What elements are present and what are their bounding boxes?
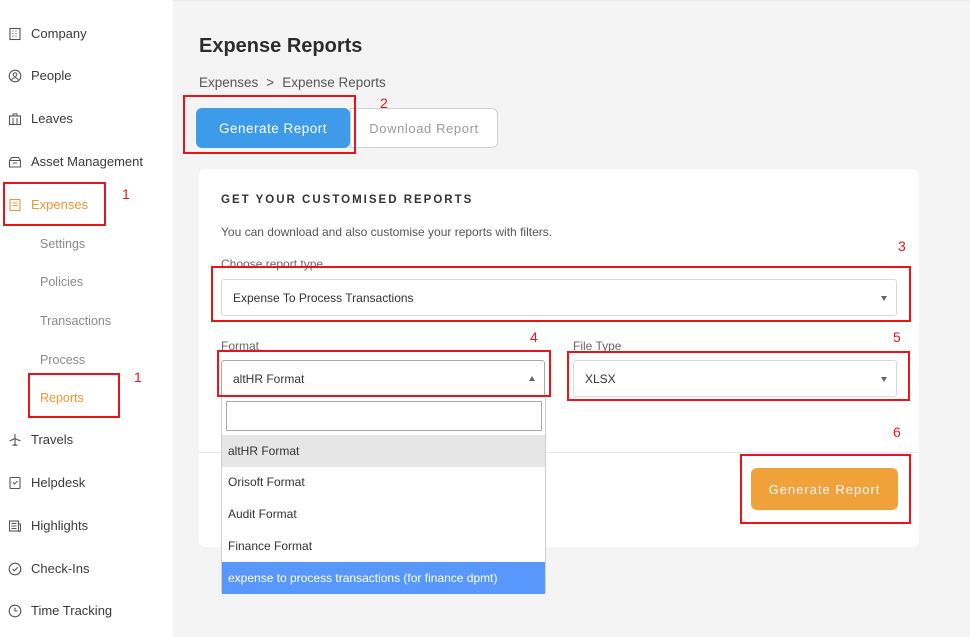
chevron-up-icon	[529, 375, 535, 381]
sidebar-item-check-ins[interactable]: Check-Ins	[8, 561, 90, 576]
sidebar-subitem-process[interactable]: Process	[40, 353, 85, 367]
dropdown-option-selected[interactable]: expense to process transactions (for fin…	[222, 562, 545, 594]
annotation-number: 5	[893, 329, 901, 345]
sidebar-item-label: Leaves	[31, 111, 73, 126]
breadcrumb: Expenses > Expense Reports	[199, 75, 386, 90]
generate-report-button[interactable]: Generate Report	[751, 468, 898, 510]
file-type-value: XLSX	[585, 371, 616, 386]
sidebar-item-label: Company	[31, 26, 87, 41]
plane-icon	[8, 433, 22, 447]
dropdown-search-input[interactable]	[226, 401, 542, 431]
annotation-number: 3	[898, 238, 906, 254]
breadcrumb-expenses[interactable]: Expenses	[199, 75, 258, 90]
generate-report-tab-button[interactable]: Generate Report	[196, 108, 350, 148]
sidebar-item-time-tracking[interactable]: Time Tracking	[8, 603, 112, 618]
sidebar-item-label: Asset Management	[31, 154, 144, 169]
sidebar-item-label: Highlights	[31, 518, 89, 533]
chevron-down-icon	[881, 376, 887, 382]
card-title: GET YOUR CUSTOMISED REPORTS	[221, 194, 474, 206]
sidebar-item-helpdesk[interactable]: Helpdesk	[8, 475, 85, 490]
check-circle-icon	[8, 562, 22, 576]
box-icon	[8, 155, 22, 169]
sidebar-item-label: Check-Ins	[31, 561, 90, 576]
sidebar-item-highlights[interactable]: Highlights	[8, 518, 88, 533]
report-type-label: Choose report type	[221, 257, 324, 271]
receipt-icon	[8, 198, 22, 212]
sidebar-item-asset-management[interactable]: Asset Management	[8, 154, 143, 169]
dropdown-option[interactable]: Finance Format	[222, 530, 545, 562]
annotation-number: 1	[134, 369, 142, 385]
format-dropdown: altHR Format Orisoft Format Audit Format…	[221, 396, 546, 594]
sidebar-item-label: Helpdesk	[31, 475, 86, 490]
dropdown-option[interactable]: Orisoft Format	[222, 466, 545, 498]
sidebar-subitem-policies[interactable]: Policies	[40, 275, 83, 289]
sidebar-subitem-settings[interactable]: Settings	[40, 237, 85, 251]
annotation-number: 1	[122, 186, 130, 202]
annotation-number: 6	[893, 424, 901, 440]
dropdown-option[interactable]: altHR Format	[222, 435, 545, 467]
annotation-number: 4	[530, 329, 538, 345]
sidebar-subitem-transactions[interactable]: Transactions	[40, 314, 111, 328]
clock-icon	[8, 604, 22, 618]
annotation-number: 2	[380, 95, 388, 111]
building-icon	[8, 27, 22, 41]
sidebar-item-label: Travels	[31, 432, 74, 447]
sidebar-item-label: Expenses	[31, 197, 89, 212]
sidebar-item-leaves[interactable]: Leaves	[8, 111, 73, 126]
breadcrumb-separator: >	[266, 75, 275, 90]
card-description: You can download and also customise your…	[221, 225, 553, 239]
download-report-tab-button[interactable]: Download Report	[350, 108, 498, 148]
sidebar-item-label: Time Tracking	[31, 603, 113, 618]
sidebar-item-label: People	[31, 68, 72, 83]
ticket-icon	[8, 476, 22, 490]
news-icon	[8, 519, 22, 533]
report-type-select[interactable]: Expense To Process Transactions	[221, 279, 897, 316]
leaves-icon	[8, 112, 22, 126]
sidebar: Company People Leaves Asset Management E…	[0, 0, 173, 637]
sidebar-item-company[interactable]: Company	[8, 26, 87, 41]
sidebar-item-people[interactable]: People	[8, 68, 71, 83]
format-value: altHR Format	[233, 371, 305, 386]
sidebar-item-expenses[interactable]: Expenses	[8, 197, 88, 212]
breadcrumb-current: Expense Reports	[282, 75, 386, 90]
file-type-label: File Type	[573, 339, 622, 353]
file-type-select[interactable]: XLSX	[573, 360, 897, 397]
format-select[interactable]: altHR Format	[221, 360, 545, 397]
report-type-value: Expense To Process Transactions	[233, 290, 414, 305]
dropdown-option[interactable]: Audit Format	[222, 498, 545, 530]
sidebar-subitem-reports[interactable]: Reports	[40, 391, 84, 405]
chevron-down-icon	[881, 295, 887, 301]
format-label: Format	[221, 339, 260, 353]
page-title: Expense Reports	[199, 35, 363, 57]
person-icon	[8, 69, 22, 83]
sidebar-item-travels[interactable]: Travels	[8, 432, 73, 447]
